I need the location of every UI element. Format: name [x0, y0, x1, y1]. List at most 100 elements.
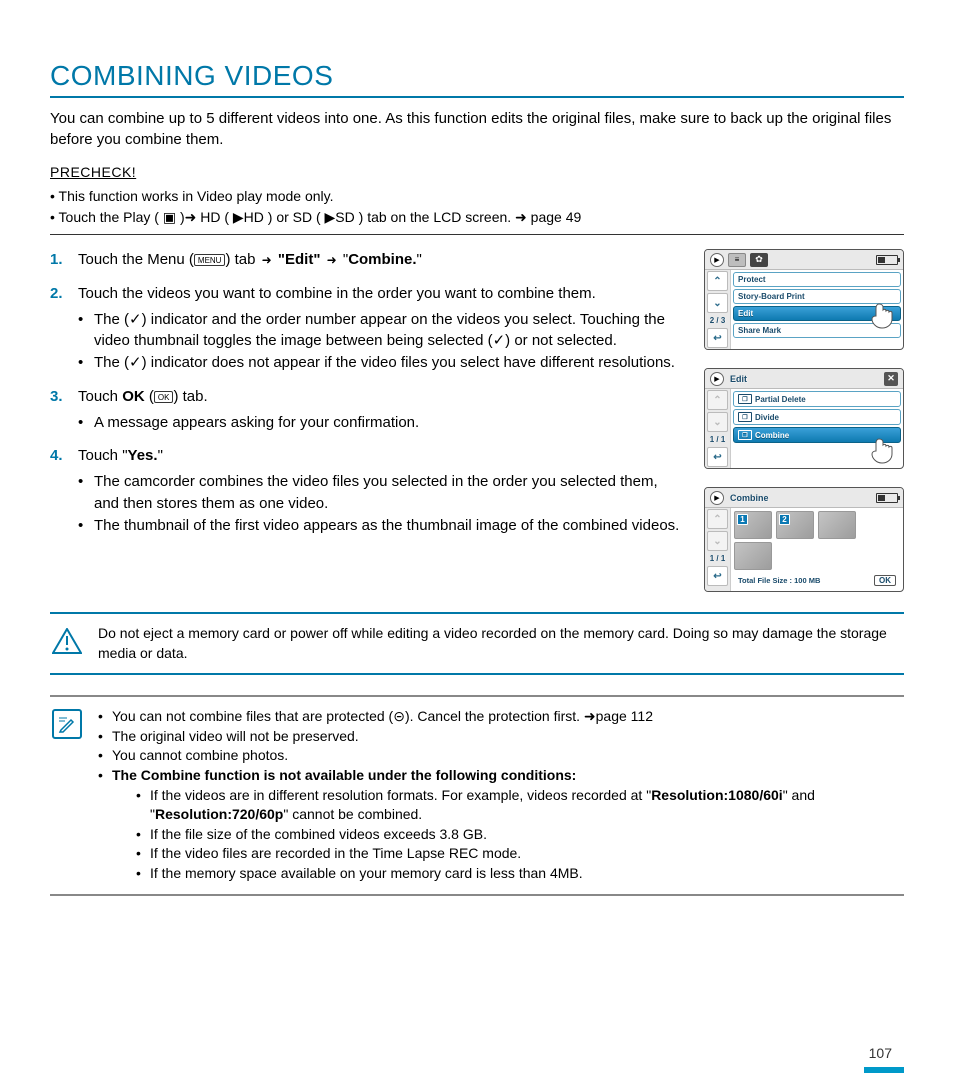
- menu-item-label: Edit: [738, 309, 753, 318]
- precheck-box: PRECHECK! This function works in Video p…: [50, 164, 904, 235]
- tip-item: You cannot combine photos.: [98, 746, 904, 766]
- precheck-list: This function works in Video play mode o…: [50, 186, 904, 228]
- ok-button[interactable]: OK: [874, 575, 896, 586]
- order-badge: 2: [779, 514, 790, 525]
- battery-icon: [876, 255, 898, 265]
- menu-item-label: Partial Delete: [755, 395, 806, 404]
- screenshot-edit-panel: ▶ Edit ✕ ⌃ ⌄ 1 / 1 ↩ ❐Partial Delete❐Div…: [704, 368, 904, 469]
- back-button[interactable]: ↩: [707, 447, 728, 467]
- menu-item[interactable]: Edit: [733, 306, 901, 321]
- arrow-icon: [262, 249, 272, 271]
- nav-up-button[interactable]: ⌃: [707, 271, 728, 291]
- menu-item[interactable]: Story-Board Print: [733, 289, 901, 304]
- text: ": [158, 447, 163, 464]
- res-label: Resolution:720/60p: [155, 806, 283, 822]
- video-thumbnail[interactable]: 1: [734, 511, 772, 539]
- text: (: [145, 388, 154, 405]
- menu-item-icon: ❐: [738, 430, 752, 440]
- precheck-item: This function works in Video play mode o…: [50, 186, 904, 207]
- warning-note: Do not eject a memory card or power off …: [50, 612, 904, 675]
- video-thumbnail[interactable]: [734, 542, 772, 570]
- nav-page-indicator: 1 / 1: [705, 433, 730, 446]
- step-1: Touch the Menu (MENU) tab "Edit" "Combin…: [50, 249, 684, 271]
- back-button[interactable]: ↩: [707, 328, 728, 348]
- menu-item[interactable]: ❐Divide: [733, 409, 901, 425]
- menu-item-label: Combine: [755, 431, 789, 440]
- text: Touch the Menu (: [78, 251, 194, 268]
- close-button[interactable]: ✕: [884, 372, 898, 386]
- menu-item[interactable]: Protect: [733, 272, 901, 287]
- step-2: Touch the videos you want to combine in …: [50, 283, 684, 374]
- tips-text: You can not combine files that are prote…: [98, 707, 904, 883]
- nav-down-button: ⌄: [707, 531, 728, 551]
- step-2-sub: The (✓) indicator and the order number a…: [78, 309, 684, 353]
- screenshot-menu-panel: ▶ ≡ ✿ ⌃ ⌄ 2 / 3 ↩ Protect Story-Board Pri…: [704, 249, 904, 350]
- tip-subitem: If the videos are in different resolutio…: [136, 786, 904, 825]
- order-badge: 1: [737, 514, 748, 525]
- page-title: COMBINING VIDEOS: [50, 60, 904, 98]
- menu-item-label: Story-Board Print: [738, 292, 805, 301]
- tips-note: You can not combine files that are prote…: [50, 695, 904, 895]
- steps-list: Touch the Menu (MENU) tab "Edit" "Combin…: [50, 249, 684, 536]
- screenshot-combine-panel: ▶ Combine ⌃ ⌄ 1 / 1 ↩ 1 2: [704, 487, 904, 592]
- text: If the videos are in different resolutio…: [150, 787, 651, 803]
- tip-subitem: If the video files are recorded in the T…: [136, 844, 904, 864]
- yes-label: Yes.: [128, 447, 158, 464]
- page-number: 107: [869, 1045, 892, 1061]
- step-4: Touch "Yes." The camcorder combines the …: [50, 445, 684, 536]
- text: Touch ": [78, 447, 128, 464]
- precheck-heading: PRECHECK!: [50, 164, 904, 180]
- warning-icon: [50, 624, 84, 658]
- arrow-icon: [327, 249, 337, 271]
- text: " cannot be combined.: [283, 806, 422, 822]
- play-mode-icon: ▶: [710, 253, 724, 267]
- step-4-sub: The camcorder combines the video files y…: [78, 471, 684, 515]
- video-thumbnail[interactable]: 2: [776, 511, 814, 539]
- menu-item-label: Protect: [738, 275, 766, 284]
- menu-icon: MENU: [194, 254, 226, 266]
- menu-item-label: Divide: [755, 413, 779, 422]
- edit-label: "Edit": [278, 251, 321, 268]
- list-tab-icon[interactable]: ≡: [728, 253, 746, 267]
- nav-down-button[interactable]: ⌄: [707, 293, 728, 313]
- step-2-sub: The (✓) indicator does not appear if the…: [78, 352, 684, 374]
- nav-page-indicator: 1 / 1: [705, 552, 730, 565]
- text: Touch the videos you want to combine in …: [78, 285, 596, 302]
- settings-tab-icon[interactable]: ✿: [750, 253, 768, 267]
- text: ) tab: [225, 251, 259, 268]
- play-mode-icon: ▶: [710, 372, 724, 386]
- tip-subitem: If the file size of the combined videos …: [136, 825, 904, 845]
- nav-up-button: ⌃: [707, 509, 728, 529]
- tip-item: You can not combine files that are prote…: [98, 707, 904, 727]
- ok-icon: OK: [154, 391, 174, 403]
- page-accent-bar: [864, 1067, 904, 1073]
- file-size-label: Total File Size : 100 MB: [738, 576, 820, 585]
- nav-down-button: ⌄: [707, 412, 728, 432]
- battery-icon: [876, 493, 898, 503]
- tip-item: The original video will not be preserved…: [98, 727, 904, 747]
- ok-label: OK: [122, 388, 145, 405]
- menu-item[interactable]: Share Mark: [733, 323, 901, 338]
- menu-item[interactable]: ❐Partial Delete: [733, 391, 901, 407]
- text: Touch: [78, 388, 122, 405]
- menu-item-icon: ❐: [738, 394, 752, 404]
- menu-item-icon: ❐: [738, 412, 752, 422]
- tip-bold: The Combine function is not available un…: [112, 767, 576, 783]
- step-3-sub: A message appears asking for your confir…: [78, 412, 684, 434]
- res-label: Resolution:1080/60i: [651, 787, 783, 803]
- back-button[interactable]: ↩: [707, 566, 728, 586]
- tip-item: The Combine function is not available un…: [98, 766, 904, 884]
- nav-page-indicator: 2 / 3: [705, 314, 730, 327]
- video-thumbnail[interactable]: [818, 511, 856, 539]
- nav-up-button: ⌃: [707, 390, 728, 410]
- menu-item[interactable]: ❐Combine: [733, 427, 901, 443]
- tip-icon: [50, 707, 84, 741]
- tip-subitem: If the memory space available on your me…: [136, 864, 904, 884]
- panel-title: Combine: [728, 493, 872, 503]
- warning-text: Do not eject a memory card or power off …: [98, 624, 904, 663]
- menu-item-label: Share Mark: [738, 326, 781, 335]
- panel-title: Edit: [728, 374, 880, 384]
- step-3: Touch OK (OK) tab. A message appears ask…: [50, 386, 684, 434]
- play-mode-icon: ▶: [710, 491, 724, 505]
- text: ) tab.: [173, 388, 207, 405]
